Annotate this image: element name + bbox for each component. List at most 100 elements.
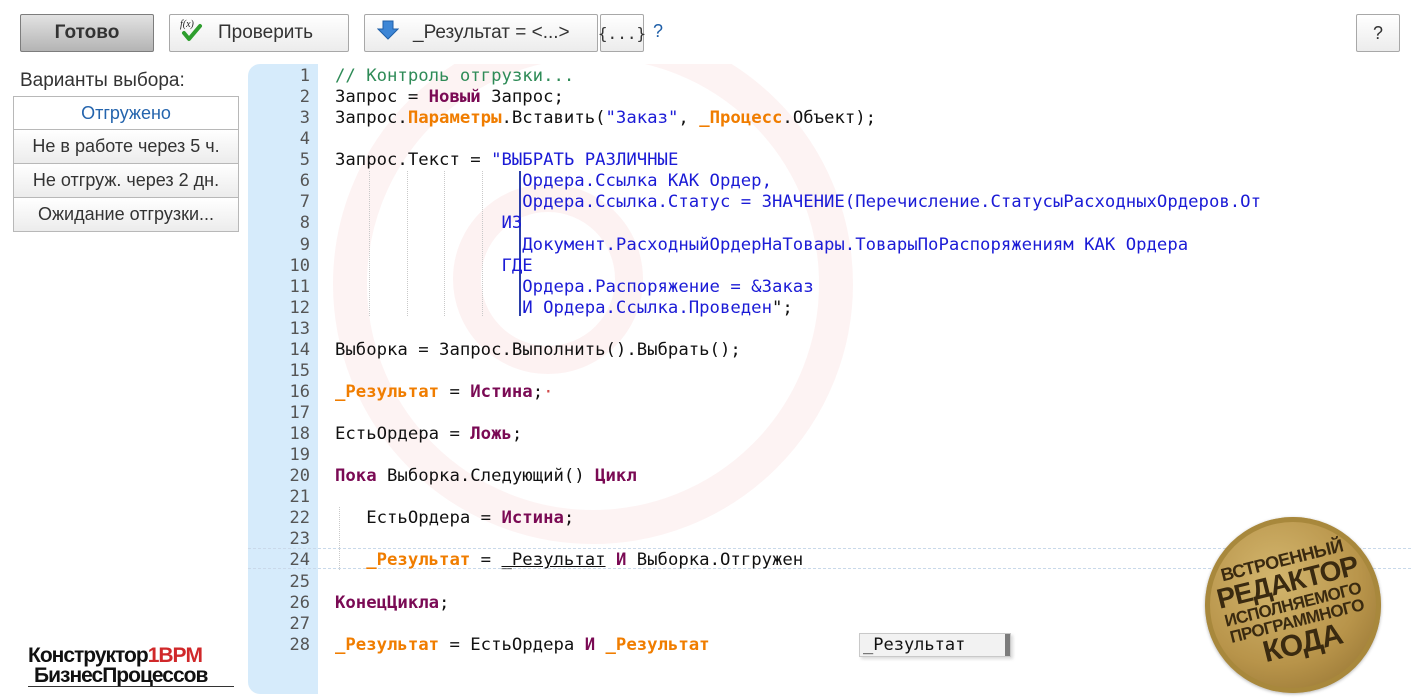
line-number: 26 xyxy=(289,592,310,613)
code-token: _Результат xyxy=(501,550,606,571)
help-link[interactable]: ? xyxy=(653,21,663,42)
line-number: 25 xyxy=(289,571,310,592)
code-token: Ордера.Ссылка.Статус = ЗНАЧЕНИЕ(Перечисл… xyxy=(335,192,1261,213)
code-text: ЕстьОрдера = Истина; xyxy=(335,508,574,529)
line-number: 23 xyxy=(289,529,310,550)
code-text: Пока Выборка.Следующий() Цикл xyxy=(335,466,637,487)
line-number: 6 xyxy=(299,171,310,192)
line-number: 27 xyxy=(289,613,310,634)
code-token: "Заказ" xyxy=(605,108,679,129)
code-token: Цикл xyxy=(595,466,637,487)
code-token: И xyxy=(615,550,627,571)
line-number: 3 xyxy=(299,108,310,129)
braces-icon: {...} xyxy=(597,23,647,43)
choice-item-idle-5h[interactable]: Не в работе через 5 ч. xyxy=(13,130,239,164)
code-token: Параметры xyxy=(407,108,502,129)
code-token: Выборка = Запрос.Выполнить().Выбрать(); xyxy=(335,339,741,360)
line-number: 13 xyxy=(289,318,310,339)
code-token: ; xyxy=(439,592,450,613)
code-text: Ордера.Распоряжение = &Заказ xyxy=(335,276,814,298)
code-token: ИЗ xyxy=(335,213,523,234)
insert-block-button[interactable]: {...} xyxy=(597,14,647,52)
code-token: , xyxy=(678,108,700,129)
check-button[interactable]: f(x) Проверить xyxy=(169,14,349,52)
code-text: _Результат = _Результат И Выборка.Отгруж… xyxy=(335,550,803,571)
code-text: Запрос = Новый Запрос; xyxy=(335,87,564,108)
code-token: "; xyxy=(771,297,793,318)
line-number: 19 xyxy=(289,445,310,466)
line-number: 15 xyxy=(289,360,310,381)
code-token: ; xyxy=(563,508,575,529)
line-number: 1 xyxy=(299,66,310,86)
help-button[interactable]: ? xyxy=(1356,14,1400,52)
code-token: Истина xyxy=(501,508,564,529)
code-token: Запрос.Текст = xyxy=(335,150,492,171)
code-token: Выборка.Отгружен xyxy=(626,550,804,571)
line-number: 8 xyxy=(299,213,310,234)
toolbar: Готово f(x) Проверить _Результат = <...>… xyxy=(0,0,1411,62)
company-logo: Конструктор1BPM БизнесПроцессов xyxy=(28,644,238,688)
code-text: Ордера.Ссылка КАК Ордер, xyxy=(335,171,772,192)
line-number: 24 xyxy=(289,550,310,571)
choice-item-shipped[interactable]: Отгружено xyxy=(13,96,239,130)
code-text: ЕстьОрдера = Ложь; xyxy=(335,424,522,445)
code-token: "ВЫБРАТЬ РАЗЛИЧНЫЕ xyxy=(491,150,679,171)
code-token: Ордера.Распоряжение = &Заказ xyxy=(335,276,814,297)
code-token: Запрос = xyxy=(335,87,429,108)
code-token: .Вставить( xyxy=(501,108,606,129)
line-number: 12 xyxy=(289,297,310,318)
code-token: _Результат xyxy=(335,381,440,402)
line-number: 22 xyxy=(289,508,310,529)
code-text: Запрос.Текст = "ВЫБРАТЬ РАЗЛИЧНЫЕ xyxy=(335,150,678,171)
code-token: КонецЦикла xyxy=(335,592,440,613)
code-token: .Объект); xyxy=(782,108,877,129)
code-token: = ЕстьОрдера xyxy=(439,634,585,655)
code-text: ИЗ xyxy=(335,213,522,234)
choices-title: Варианты выбора: xyxy=(20,70,185,91)
code-token: Запрос. xyxy=(335,108,408,129)
line-number: 14 xyxy=(289,339,310,360)
code-text: Документ.РасходныйОрдерНаТовары.ТоварыПо… xyxy=(335,235,1188,256)
code-text: КонецЦикла; xyxy=(335,593,449,614)
code-token: · xyxy=(543,381,554,402)
code-token: Выборка.Следующий() xyxy=(376,466,596,487)
done-button[interactable]: Готово xyxy=(20,14,154,52)
code-token: ; xyxy=(532,381,544,402)
code-token: Ложь xyxy=(470,424,512,445)
formula-check-icon: f(x) xyxy=(178,17,204,49)
code-token: ; xyxy=(511,424,523,445)
line-number: 28 xyxy=(289,634,310,655)
code-token: Пока xyxy=(335,466,377,487)
choice-item-waiting-shipment[interactable]: Ожидание отгрузки... xyxy=(13,198,239,232)
line-number: 7 xyxy=(299,192,310,213)
result-dropdown-button[interactable]: _Результат = <...> xyxy=(364,14,598,52)
line-number: 21 xyxy=(289,487,310,508)
code-token: ГДЕ xyxy=(335,255,533,276)
autocomplete-item[interactable]: _Результат xyxy=(863,635,965,655)
code-token: // Контроль отгрузки... xyxy=(335,66,575,86)
code-text: _Результат = ЕстьОрдера И _Результат xyxy=(335,635,710,656)
code-token: ЕстьОрдера = xyxy=(335,424,471,445)
code-text: // Контроль отгрузки... xyxy=(335,66,574,87)
code-text: _Результат = Истина;· xyxy=(335,382,554,403)
code-token: = xyxy=(470,550,502,571)
code-token: _Результат xyxy=(335,634,440,655)
code-token: Истина xyxy=(470,381,533,402)
check-button-label: Проверить xyxy=(218,22,314,43)
line-number: 4 xyxy=(299,129,310,150)
code-token: ЕстьОрдера = xyxy=(335,508,502,529)
code-text: Ордера.Ссылка.Статус = ЗНАЧЕНИЕ(Перечисл… xyxy=(335,192,1261,213)
arrow-down-icon xyxy=(376,20,400,46)
code-token: Документ.РасходныйОрдерНаТовары.ТоварыПо… xyxy=(335,234,1189,255)
autocomplete-popup[interactable]: _Результат xyxy=(859,633,1011,657)
code-token: И xyxy=(584,634,596,655)
done-button-label: Готово xyxy=(54,22,120,43)
line-number: 18 xyxy=(289,424,310,445)
choice-item-not-shipped-2d[interactable]: Не отгруж. через 2 дн. xyxy=(13,164,239,198)
code-text: Выборка = Запрос.Выполнить().Выбрать(); xyxy=(335,340,741,361)
choices-list: Отгружено Не в работе через 5 ч. Не отгр… xyxy=(13,96,239,232)
line-number: 5 xyxy=(299,150,310,171)
